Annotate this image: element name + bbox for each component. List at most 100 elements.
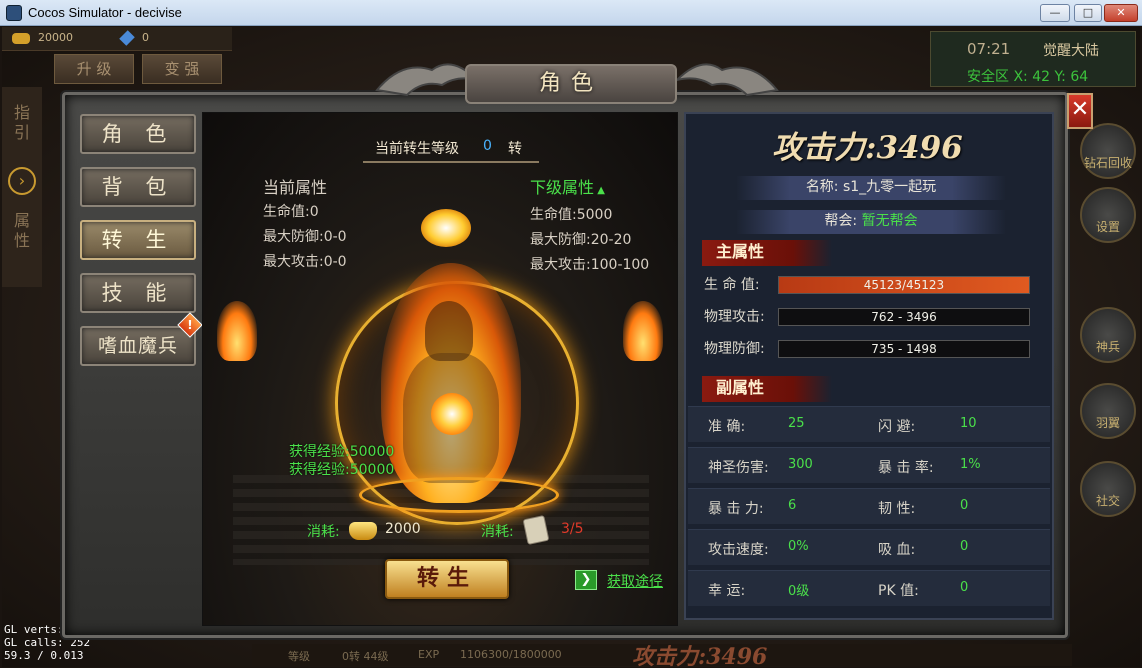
stats-panel: 攻击力:3496 名称: s1_九零一起玩 帮会: 暂无帮会 主属性 生 命 值… (684, 112, 1054, 620)
guild-value: 暂无帮会 (861, 213, 918, 229)
level-value: 0转 44级 (342, 650, 389, 663)
nav-character[interactable]: 角 色 (80, 114, 196, 154)
obtain-arrow-icon[interactable]: ❯ (575, 570, 597, 590)
window-close-button[interactable]: ✕ (1104, 4, 1138, 22)
phys-attack-value: 762 - 3496 (778, 308, 1030, 326)
exp-label: EXP (418, 648, 440, 661)
window-titlebar: Cocos Simulator - decivise — □ ✕ (0, 0, 1142, 26)
minimap-info[interactable]: 07:21 觉醒大陆 安全区 X: 42 Y: 64 (930, 31, 1136, 87)
upgrade-tab[interactable]: 升 级 (54, 54, 134, 84)
accuracy-label: 准 确: (708, 419, 746, 435)
rebirth-emblem-icon (421, 209, 471, 247)
currency-bar: 20000 0 (2, 27, 232, 51)
crit-power-label: 暴 击 力: (708, 501, 764, 517)
name-bar: 名称: s1_九零一起玩 (736, 176, 1006, 200)
attack-speed-label: 攻击速度: (708, 542, 769, 558)
maximize-button[interactable]: □ (1074, 4, 1102, 22)
gem-amount: 0 (142, 31, 149, 44)
minimize-button[interactable]: — (1040, 4, 1070, 22)
zone-name: 觉醒大陆 (1043, 43, 1099, 59)
rebirth-level-bar: 当前转生等级 0 转 (363, 135, 539, 163)
crit-rate-label: 暴 击 率: (878, 460, 934, 476)
crit-power-value: 6 (788, 498, 797, 513)
sub-attr-row: 幸 运: 0级 PK 值: 0 (688, 570, 1050, 606)
sub-attr-heading: 副属性 (702, 376, 832, 402)
lifesteal-label: 吸 血: (878, 542, 916, 558)
gold-ingot-icon (349, 522, 377, 540)
rebirth-level-unit: 转 (508, 141, 522, 157)
current-defense: 最大防御:0-0 (263, 229, 347, 245)
bottom-attack-power: 攻击力:3496 (632, 644, 768, 667)
debug-fps: 59.3 / 0.013 (4, 649, 84, 662)
app-icon (6, 5, 22, 21)
obtain-path-link[interactable]: 获取途径 (607, 571, 663, 591)
toughness-value: 0 (960, 498, 969, 513)
sub-attr-row: 准 确: 25 闪 避: 10 (688, 406, 1050, 442)
main-attr-heading: 主属性 (702, 240, 832, 266)
lifesteal-value: 0 (960, 539, 969, 554)
hp-bar: 45123/45123 (778, 276, 1030, 294)
current-attr-heading: 当前属性 (263, 178, 328, 197)
cost-label-gold: 消耗: (307, 524, 340, 540)
phys-attack-label: 物理攻击: (704, 309, 765, 325)
accuracy-value: 25 (788, 416, 805, 431)
social-icon[interactable]: 社交 (1080, 461, 1136, 517)
dragon-ornament-right-icon (673, 63, 779, 97)
attack-power: 攻击力:3496 (772, 130, 963, 166)
sub-attr-row: 暴 击 力: 6 韧 性: 0 (688, 488, 1050, 524)
guide-label[interactable]: 指引 (14, 103, 30, 143)
panel-title: 角色 (465, 64, 677, 104)
nav-bloodthirst-weapon[interactable]: 嗜血魔兵 (80, 326, 196, 366)
guild-label: 帮会: (824, 213, 858, 229)
holy-damage-value: 300 (788, 457, 813, 472)
gold-icon (12, 33, 30, 44)
name-value: s1_九零一起玩 (842, 179, 937, 195)
torch-left-icon (217, 301, 257, 361)
window-title: Cocos Simulator - decivise (28, 5, 182, 20)
dodge-value: 10 (960, 416, 977, 431)
cost-item-value: 3/5 (561, 521, 584, 537)
safe-zone-coords: 安全区 X: 42 Y: 64 (967, 69, 1089, 85)
luck-value: 0级 (788, 584, 810, 599)
next-attack: 最大攻击:100-100 (530, 257, 650, 273)
exp-gain-1: 获得经验:50000 (289, 444, 395, 460)
expand-arrow-icon[interactable]: › (8, 167, 36, 195)
holy-damage-label: 神圣伤害: (708, 460, 769, 476)
left-sidebar: 指引 › 属性 (2, 87, 42, 287)
rebirth-level-label: 当前转生等级 (375, 141, 459, 157)
settings-icon[interactable]: 设置 (1080, 187, 1136, 243)
wings-icon[interactable]: 羽翼 (1080, 383, 1136, 439)
gem-icon (119, 30, 135, 46)
clock: 07:21 (967, 40, 1011, 58)
torch-right-icon (623, 301, 663, 361)
luck-label: 幸 运: (708, 583, 746, 599)
nav-skills[interactable]: 技 能 (80, 273, 196, 313)
level-label: 等级 (288, 650, 310, 663)
cost-label-item: 消耗: (481, 524, 514, 540)
divine-weapon-icon[interactable]: 神兵 (1080, 307, 1136, 363)
nav-bag[interactable]: 背 包 (80, 167, 196, 207)
attribute-label[interactable]: 属性 (14, 211, 30, 251)
energy-swirl-icon (431, 393, 473, 435)
current-attack: 最大攻击:0-0 (263, 254, 347, 270)
current-attributes: 当前属性 生命值:0 最大防御:0-0 最大攻击:0-0 (263, 175, 347, 275)
exp-value: 1106300/1800000 (460, 648, 562, 661)
guild-bar: 帮会: 暂无帮会 (736, 210, 1006, 234)
sub-attr-row: 攻击速度: 0% 吸 血: 0 (688, 529, 1050, 565)
rebirth-button[interactable]: 转生 (385, 559, 509, 599)
diamond-recycle-icon[interactable]: 钻石回收 (1080, 123, 1136, 179)
next-defense: 最大防御:20-20 (530, 232, 632, 248)
name-label: 名称: (805, 179, 839, 195)
phys-defense-label: 物理防御: (704, 341, 765, 357)
nav-rebirth[interactable]: 转 生 (80, 220, 196, 260)
next-attr-heading: 下级属性 ▲ (530, 178, 605, 197)
strengthen-tab[interactable]: 变 强 (142, 54, 222, 84)
panel-close-button[interactable]: ✕ (1067, 93, 1093, 129)
toughness-label: 韧 性: (878, 501, 916, 517)
phys-defense-value: 735 - 1498 (778, 340, 1030, 358)
dodge-label: 闪 避: (878, 419, 916, 435)
meditator-head (425, 301, 473, 361)
pk-value-label: PK 值: (878, 583, 919, 599)
next-attributes: 下级属性 ▲ 生命值:5000 最大防御:20-20 最大攻击:100-100 (530, 175, 649, 278)
rebirth-level-value: 0 (483, 138, 492, 154)
